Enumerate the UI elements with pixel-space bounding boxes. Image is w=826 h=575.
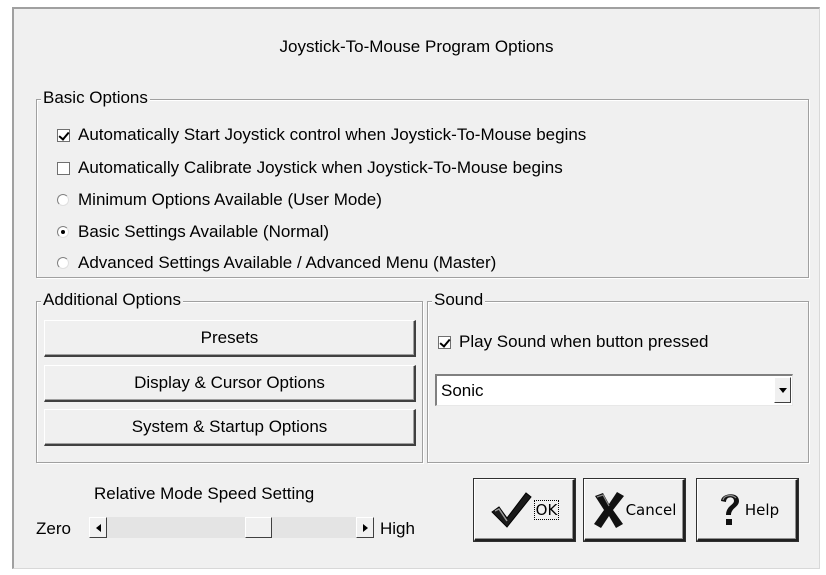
options-dialog: Joystick-To-Mouse Program Options Basic … — [12, 7, 820, 569]
ok-label: OK — [533, 499, 560, 520]
speed-slider-thumb[interactable] — [245, 517, 272, 538]
mode-radio-minimum[interactable]: Minimum Options Available (User Mode) — [57, 190, 382, 210]
auto-calibrate-label: Automatically Calibrate Joystick when Jo… — [78, 158, 563, 177]
presets-button[interactable]: Presets — [44, 320, 416, 357]
basic-options-legend: Basic Options — [41, 88, 150, 108]
speed-setting-label: Relative Mode Speed Setting — [94, 484, 315, 503]
arrow-right-icon — [362, 523, 368, 532]
mode-basic-label: Basic Settings Available (Normal) — [78, 222, 330, 241]
auto-start-checkbox[interactable] — [57, 128, 70, 142]
basic-options-group: Basic Options Automatically Start Joysti… — [36, 88, 809, 278]
auto-calibrate-checkbox[interactable] — [57, 161, 70, 175]
radio-button[interactable] — [57, 226, 69, 238]
system-startup-options-label: System & Startup Options — [131, 417, 328, 436]
auto-start-label: Automatically Start Joystick control whe… — [78, 125, 587, 144]
mode-radio-advanced[interactable]: Advanced Settings Available / Advanced M… — [57, 253, 496, 273]
display-cursor-options-label: Display & Cursor Options — [134, 373, 325, 392]
display-cursor-options-button[interactable]: Display & Cursor Options — [44, 365, 416, 402]
presets-button-label: Presets — [200, 328, 259, 347]
speed-max-label: High — [380, 519, 415, 538]
speed-min-label: Zero — [36, 519, 71, 538]
cancel-button[interactable]: Cancel — [584, 479, 685, 541]
checkmark-icon — [490, 491, 532, 528]
mode-minimum-label: Minimum Options Available (User Mode) — [78, 190, 382, 209]
scroll-left-button[interactable] — [89, 517, 107, 538]
sound-legend: Sound — [432, 290, 486, 310]
speed-slider-track[interactable] — [107, 517, 356, 538]
mode-radio-basic[interactable]: Basic Settings Available (Normal) — [57, 222, 329, 242]
sound-select[interactable]: Sonic — [435, 374, 793, 406]
dropdown-arrow-button[interactable] — [774, 377, 791, 403]
chevron-down-icon — [778, 387, 787, 393]
radio-button[interactable] — [57, 194, 69, 206]
dialog-title: Joystick-To-Mouse Program Options — [279, 37, 554, 56]
question-mark-icon — [720, 493, 739, 525]
scroll-right-button[interactable] — [356, 517, 374, 538]
x-icon — [593, 491, 624, 528]
play-sound-checkbox[interactable] — [438, 335, 451, 349]
mode-advanced-label: Advanced Settings Available / Advanced M… — [78, 253, 497, 272]
sound-select-value: Sonic — [441, 381, 484, 400]
system-startup-options-button[interactable]: System & Startup Options — [44, 409, 416, 446]
additional-options-legend: Additional Options — [41, 290, 183, 310]
ok-button[interactable]: OK — [474, 479, 575, 541]
radio-button[interactable] — [57, 257, 69, 269]
help-button[interactable]: Help — [697, 479, 798, 541]
auto-calibrate-checkbox-row[interactable]: Automatically Calibrate Joystick when Jo… — [57, 158, 563, 178]
help-label: Help — [744, 500, 780, 519]
auto-start-checkbox-row[interactable]: Automatically Start Joystick control whe… — [57, 125, 586, 145]
play-sound-checkbox-row[interactable]: Play Sound when button pressed — [438, 332, 709, 352]
arrow-left-icon — [95, 523, 101, 532]
cancel-label: Cancel — [625, 500, 677, 519]
play-sound-label: Play Sound when button pressed — [459, 332, 709, 351]
